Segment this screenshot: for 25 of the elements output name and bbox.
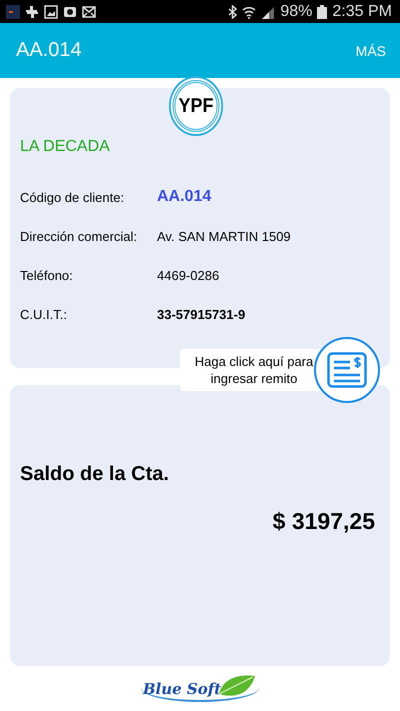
clock: 2:35 PM [332, 2, 392, 20]
signal-icon [261, 4, 276, 18]
field-value: Av. SAN MARTIN 1509 [157, 228, 291, 244]
more-menu-button[interactable]: MÁS [352, 38, 390, 62]
client-name: LA DECADA [20, 138, 111, 156]
wifi-icon [242, 4, 256, 18]
field-value: AA.014 [157, 188, 212, 206]
balance-amount: $ 3197,25 [272, 508, 375, 535]
mail-icon [82, 4, 96, 18]
battery-percent: 98% [280, 2, 312, 20]
field-label: Dirección comercial: [20, 228, 138, 244]
battery-icon [317, 4, 328, 18]
balance-label: Saldo de la Cta. [20, 463, 170, 486]
image-icon [44, 4, 58, 18]
brand-name: Blue Soft [142, 680, 222, 698]
screen-title: AA.014 [16, 39, 82, 62]
invoice-icon [327, 352, 367, 388]
field-label: Código de cliente: [20, 190, 126, 204]
field-label: C.U.I.T.: [20, 306, 68, 322]
camera-icon [63, 4, 77, 18]
field-value: 33-57915731-9 [157, 306, 246, 322]
bluetooth-icon [227, 4, 238, 18]
app-notification-icon [6, 4, 20, 18]
field-value: 4469-0286 [157, 268, 220, 282]
field-label: Teléfono: [20, 268, 74, 282]
